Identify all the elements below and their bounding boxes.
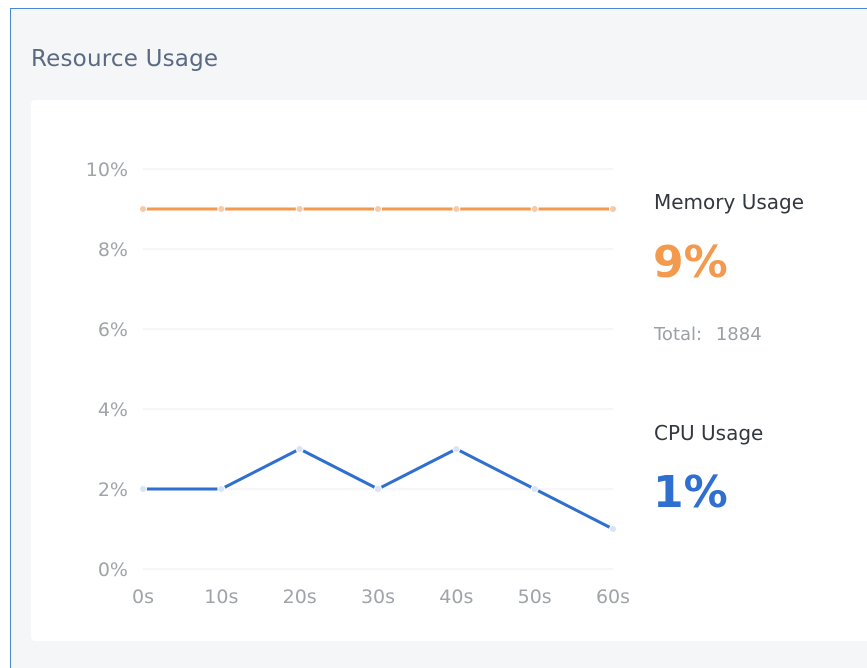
memory-data-point: [452, 205, 461, 213]
y-tick-label: 8%: [98, 239, 128, 261]
x-tick-label: 0s: [132, 586, 154, 608]
y-tick-label: 4%: [98, 399, 128, 421]
y-tick-label: 10%: [86, 159, 128, 181]
panel-title: Resource Usage: [31, 46, 219, 72]
cpu-data-point: [295, 445, 304, 453]
y-tick-label: 0%: [98, 559, 128, 581]
memory-usage-label: Memory Usage: [654, 190, 805, 214]
chart-series: [139, 205, 617, 533]
memory-data-point: [139, 205, 147, 213]
cpu-data-point: [609, 525, 617, 533]
cpu-data-point: [139, 485, 147, 493]
memory-total: Total: 1884: [654, 324, 762, 345]
x-tick-label: 30s: [361, 586, 395, 608]
x-tick-label: 40s: [439, 586, 473, 608]
cpu-data-point: [530, 485, 539, 493]
x-tick-label: 20s: [283, 586, 317, 608]
memory-data-point: [609, 205, 617, 213]
cpu-usage-value: 1%: [653, 467, 728, 518]
x-tick-label: 10s: [204, 586, 238, 608]
cpu-usage-label: CPU Usage: [654, 421, 764, 445]
memory-data-point: [530, 205, 539, 213]
cpu-data-point: [452, 445, 461, 453]
y-tick-label: 2%: [98, 479, 128, 501]
y-tick-label: 6%: [98, 319, 128, 341]
memory-data-point: [295, 205, 304, 213]
cpu-data-point: [374, 485, 382, 493]
memory-data-point: [217, 205, 226, 213]
y-axis-ticks: 0% 2% 4% 6% 8% 10%: [86, 159, 128, 581]
cpu-data-point: [217, 485, 226, 493]
memory-total-label: Total:: [654, 324, 703, 345]
resource-usage-chart: 0% 2% 4% 6% 8% 10% 0s 10s 20s 30s 40s 50s 60s: [86, 159, 630, 608]
memory-data-point: [374, 205, 382, 213]
memory-usage-value: 9%: [653, 237, 728, 288]
resource-usage-panel: Resource Usage 0% 2% 4% 6% 8% 10% 0s 10s 20s 30s…: [10, 8, 867, 668]
resource-usage-card: 0% 2% 4% 6% 8% 10% 0s 10s 20s 30s 40s 50s 60s Memor…: [31, 100, 867, 641]
chart-grid: [143, 168, 613, 570]
x-tick-label: 50s: [518, 586, 552, 608]
x-axis-ticks: 0s 10s 20s 30s 40s 50s 60s: [132, 586, 630, 608]
memory-total-value: 1884: [715, 324, 762, 345]
x-tick-label: 60s: [596, 586, 630, 608]
